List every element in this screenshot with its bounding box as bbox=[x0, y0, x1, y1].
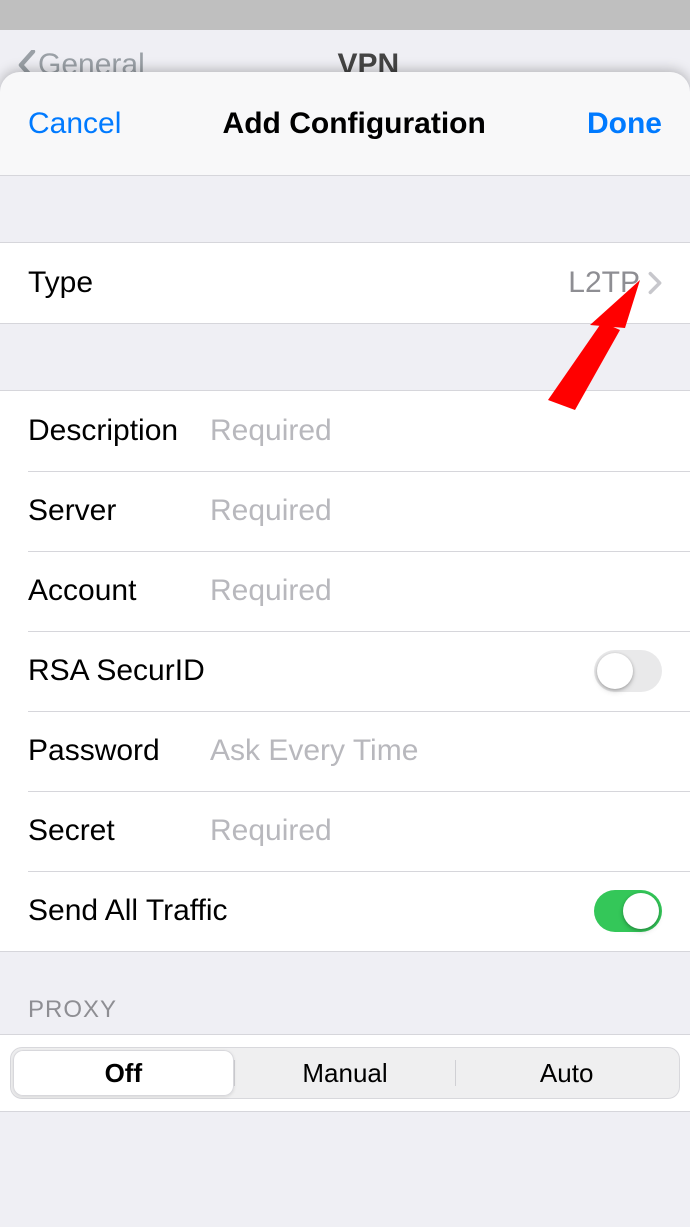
proxy-segment-manual[interactable]: Manual bbox=[235, 1050, 456, 1096]
description-input[interactable] bbox=[210, 414, 662, 448]
account-label: Account bbox=[28, 574, 210, 608]
proxy-segment-off[interactable]: Off bbox=[13, 1050, 234, 1096]
chevron-right-icon bbox=[648, 271, 662, 295]
cancel-button[interactable]: Cancel bbox=[28, 107, 121, 141]
send-all-traffic-row: Send All Traffic bbox=[0, 871, 690, 951]
modal-nav-bar: Cancel Add Configuration Done bbox=[0, 72, 690, 176]
proxy-segment-auto[interactable]: Auto bbox=[456, 1050, 677, 1096]
rsa-securid-row: RSA SecurID bbox=[0, 631, 690, 711]
password-input[interactable] bbox=[210, 734, 662, 768]
spacer bbox=[0, 176, 690, 242]
proxy-group: OffManualAuto bbox=[0, 1034, 690, 1112]
type-value: L2TP bbox=[568, 266, 640, 300]
modal-title: Add Configuration bbox=[223, 107, 486, 141]
send-all-traffic-label: Send All Traffic bbox=[28, 894, 228, 928]
password-row[interactable]: Password bbox=[0, 711, 690, 791]
spacer bbox=[0, 324, 690, 390]
send-all-traffic-toggle[interactable] bbox=[594, 890, 662, 932]
description-row[interactable]: Description bbox=[0, 391, 690, 471]
config-fields-group: Description Server Account RSA SecurID P… bbox=[0, 390, 690, 952]
type-group: Type L2TP bbox=[0, 242, 690, 324]
secret-row[interactable]: Secret bbox=[0, 791, 690, 871]
server-row[interactable]: Server bbox=[0, 471, 690, 551]
password-label: Password bbox=[28, 734, 210, 768]
server-label: Server bbox=[28, 494, 210, 528]
rsa-securid-toggle[interactable] bbox=[594, 650, 662, 692]
proxy-segmented-control[interactable]: OffManualAuto bbox=[10, 1047, 680, 1099]
secret-label: Secret bbox=[28, 814, 210, 848]
type-label: Type bbox=[28, 266, 210, 300]
description-label: Description bbox=[28, 414, 210, 448]
account-input[interactable] bbox=[210, 574, 662, 608]
secret-input[interactable] bbox=[210, 814, 662, 848]
add-configuration-sheet: Cancel Add Configuration Done Type L2TP … bbox=[0, 72, 690, 1227]
rsa-securid-label: RSA SecurID bbox=[28, 654, 205, 688]
done-button[interactable]: Done bbox=[587, 107, 662, 141]
server-input[interactable] bbox=[210, 494, 662, 528]
proxy-section-header: PROXY bbox=[0, 952, 690, 1034]
type-row[interactable]: Type L2TP bbox=[0, 243, 690, 323]
account-row[interactable]: Account bbox=[0, 551, 690, 631]
